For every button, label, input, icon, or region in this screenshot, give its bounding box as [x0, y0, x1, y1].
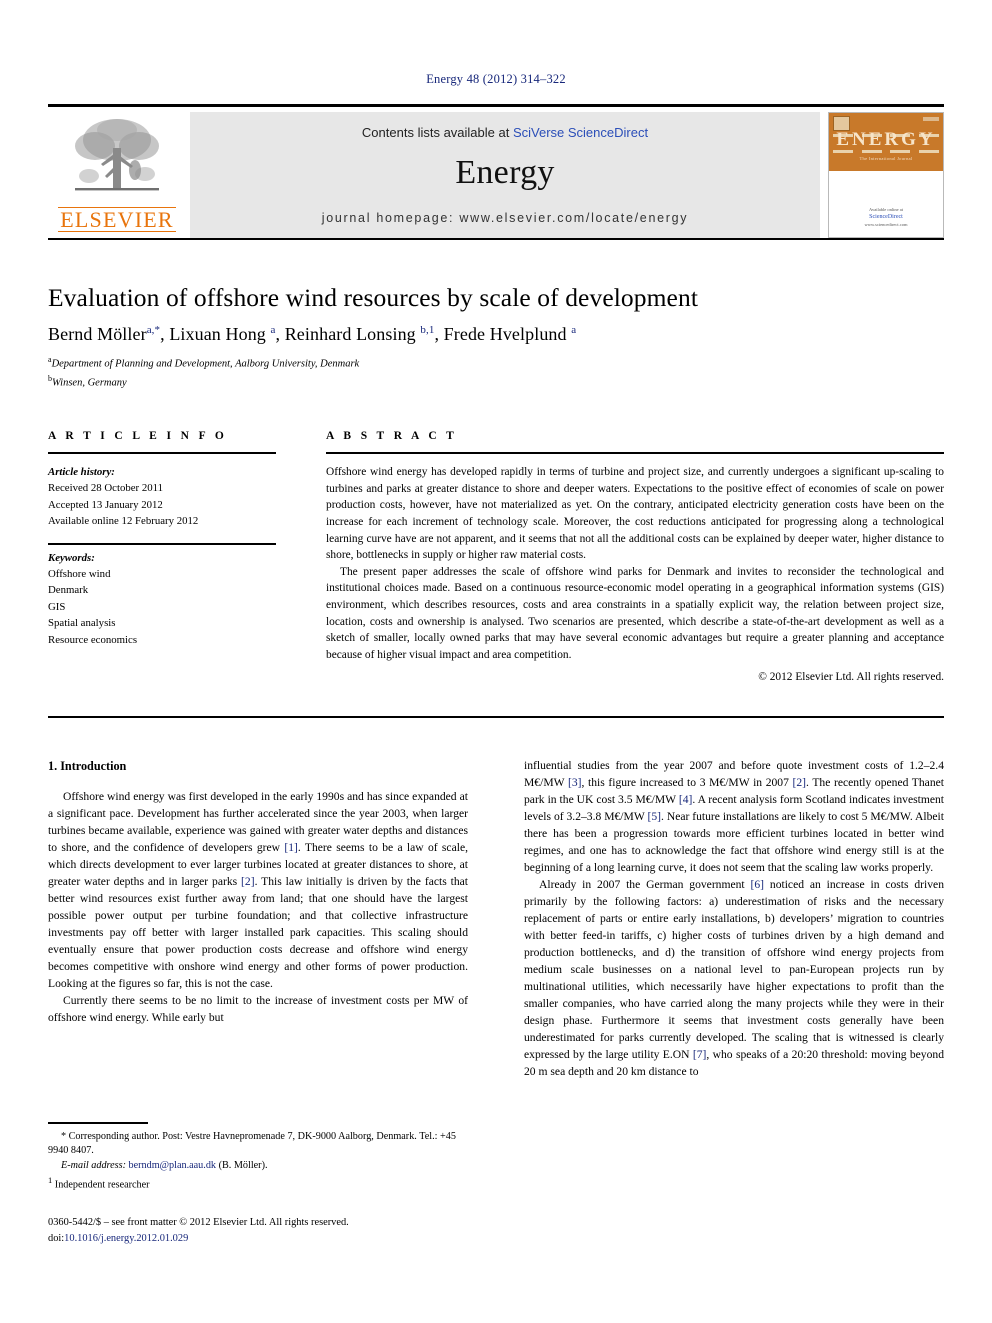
journal-title: Energy: [455, 154, 555, 191]
citation-ref[interactable]: [1]: [284, 841, 298, 854]
keywords-title: Keywords:: [48, 551, 95, 564]
body-column-left: 1. Introduction Offshore wind energy was…: [48, 758, 468, 1027]
corresponding-author-note: * Corresponding author. Post: Vestre Hav…: [48, 1130, 456, 1157]
citation-ref[interactable]: [2]: [793, 776, 807, 789]
sciencedirect-link[interactable]: SciVerse ScienceDirect: [513, 125, 648, 140]
cover-platform-url: www.sciencedirect.com: [864, 222, 908, 228]
body-paragraph: Currently there seems to be no limit to …: [48, 993, 468, 1024]
journal-homepage-link[interactable]: journal homepage: www.elsevier.com/locat…: [190, 211, 820, 225]
affiliation-b: bWinsen, Germany: [48, 373, 944, 391]
doi-link[interactable]: 10.1016/j.energy.2012.01.029: [64, 1233, 188, 1244]
article-history-title: Article history:: [48, 466, 115, 478]
body-column-right: influential studies from the year 2007 a…: [524, 758, 944, 1081]
keywords-rule: [48, 542, 276, 545]
journal-banner: Contents lists available at SciVerse Sci…: [190, 112, 820, 238]
title-block: Evaluation of offshore wind resources by…: [48, 282, 944, 391]
citation-ref[interactable]: [6]: [751, 878, 765, 891]
keyword-item: Denmark: [48, 584, 89, 597]
cover-top-band: ENERGY The International Journal: [829, 113, 943, 171]
header-bottom-rule: [48, 238, 944, 240]
numbered-note: 1 Independent researcher: [48, 1174, 468, 1193]
citation-ref[interactable]: [2]: [241, 875, 255, 888]
citation-ref[interactable]: [4]: [679, 793, 693, 806]
running-head: Energy 48 (2012) 314–322: [426, 72, 566, 86]
author-list: Bernd Möllera,*, Lixuan Hong a, Reinhard…: [48, 324, 577, 345]
introduction-heading: 1. Introduction: [48, 759, 127, 773]
page-title: Evaluation of offshore wind resources by…: [48, 283, 699, 312]
citation-ref[interactable]: [7]: [693, 1048, 707, 1061]
doi-label: doi:: [48, 1233, 65, 1245]
email-owner: (B. Möller).: [218, 1160, 268, 1172]
info-abstract-body: Article history: Received 28 October 201…: [48, 464, 944, 685]
article-info-rule: [48, 452, 276, 454]
affiliation-b-text: Winsen, Germany: [52, 377, 127, 389]
article-info-heading: A R T I C L E I N F O: [48, 430, 228, 442]
keyword-item: GIS: [48, 600, 66, 613]
section-headings: A R T I C L E I N F O A B S T R A C T: [48, 430, 944, 452]
note-marker: 1: [48, 1175, 53, 1186]
cover-platform: ScienceDirect: [869, 214, 903, 221]
email-label: E-mail address:: [61, 1160, 126, 1172]
body-paragraph: Already in 2007 the German government [6…: [524, 877, 944, 1078]
elsevier-wordmark: ELSEVIER: [58, 207, 176, 233]
cover-availability: Available online at: [869, 206, 903, 212]
body-paragraph: Offshore wind energy was first developed…: [48, 789, 468, 990]
journal-header-band: ELSEVIER Contents lists available at Sci…: [48, 104, 944, 240]
cover-sciencedirect-block: Available online at ScienceDirect www.sc…: [829, 207, 943, 230]
affiliation-a-text: Department of Planning and Development, …: [51, 358, 360, 370]
info-abstract-section: A R T I C L E I N F O A B S T R A C T Ar…: [48, 430, 944, 685]
doi-line: doi:10.1016/j.energy.2012.01.029: [48, 1231, 468, 1247]
cover-issue-mark: [923, 117, 939, 121]
cover-topic-band-lower: [833, 150, 939, 153]
affiliation-a: aDepartment of Planning and Development,…: [48, 354, 944, 372]
cover-bottom-area: Available online at ScienceDirect www.sc…: [829, 171, 943, 237]
elsevier-logo: ELSEVIER: [48, 112, 186, 238]
article-history-received: Received 28 October 2011: [48, 482, 164, 495]
contents-prefix: Contents lists available at: [361, 125, 513, 140]
footnote-block: * Corresponding author. Post: Vestre Hav…: [48, 1122, 468, 1247]
keyword-item: Resource economics: [48, 633, 138, 646]
email-note: E-mail address: berndm@plan.aau.dk (B. M…: [48, 1159, 468, 1174]
abstract-rule: [326, 452, 944, 454]
article-history-online: Available online 12 February 2012: [48, 515, 199, 528]
article-info-column: Article history: Received 28 October 201…: [48, 464, 276, 648]
footnote-rule: [48, 1122, 148, 1124]
article-first-page: Energy 48 (2012) 314–322 ELSEVIER Conten…: [0, 0, 992, 1323]
note-text: Independent researcher: [54, 1179, 150, 1191]
abstract-copyright: © 2012 Elsevier Ltd. All rights reserved…: [758, 670, 944, 683]
affiliation-list: aDepartment of Planning and Development,…: [48, 354, 944, 391]
keyword-item: Offshore wind: [48, 568, 111, 581]
footnote-content: * Corresponding author. Post: Vestre Hav…: [48, 1130, 468, 1194]
keyword-item: Spatial analysis: [48, 617, 116, 630]
email-link[interactable]: berndm@plan.aau.dk: [129, 1160, 216, 1171]
cover-title: ENERGY: [836, 129, 936, 150]
journal-cover-thumbnail[interactable]: ENERGY The International Journal Availab…: [828, 112, 944, 238]
elsevier-tree-icon: [75, 119, 159, 191]
citation-ref[interactable]: [5]: [647, 810, 661, 823]
abstract-paragraph: Offshore wind energy has developed rapid…: [326, 466, 944, 562]
section-rules: [48, 452, 944, 460]
contents-available-line: Contents lists available at SciVerse Sci…: [190, 125, 820, 140]
abstract-heading: A B S T R A C T: [326, 430, 458, 442]
issn-front-matter: 0360-5442/$ – see front matter © 2012 El…: [48, 1217, 349, 1229]
article-history-accepted: Accepted 13 January 2012: [48, 498, 163, 511]
imprint-block: 0360-5442/$ – see front matter © 2012 El…: [48, 1215, 468, 1246]
cover-subtitle: The International Journal: [859, 156, 913, 161]
header-top-rule: [48, 104, 944, 107]
abstract-column: Offshore wind energy has developed rapid…: [326, 464, 944, 685]
abstract-paragraph: The present paper addresses the scale of…: [326, 565, 944, 662]
abstract-bottom-rule: [48, 716, 944, 718]
citation-ref[interactable]: [3]: [568, 776, 582, 789]
body-paragraph: influential studies from the year 2007 a…: [524, 759, 945, 874]
